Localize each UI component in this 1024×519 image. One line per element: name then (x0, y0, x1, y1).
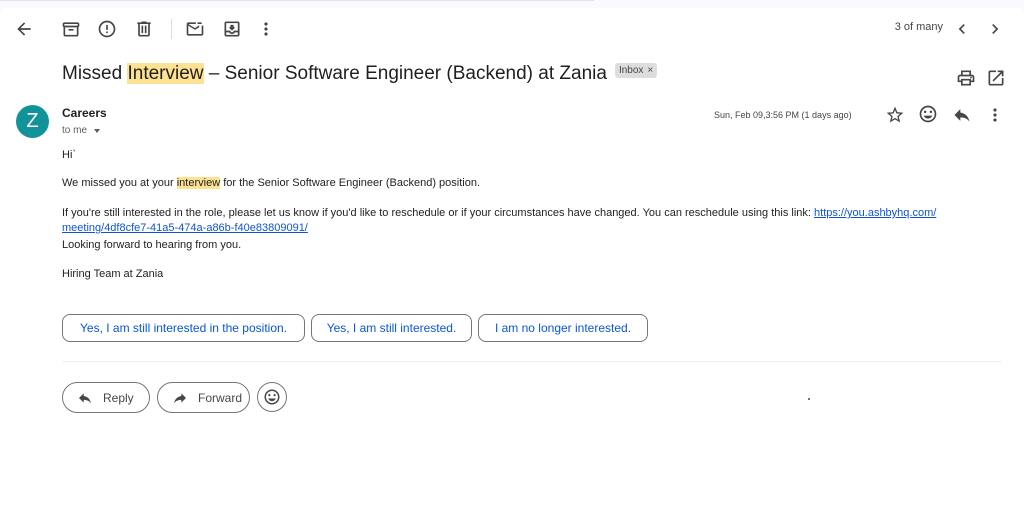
more-vert-icon (993, 108, 997, 122)
more-options-button[interactable] (252, 15, 280, 43)
top-strip (0, 0, 1024, 8)
back-button[interactable] (10, 15, 38, 43)
line2-text: If you're still interested in the role, … (62, 207, 815, 219)
sender-name[interactable]: Careers (62, 106, 107, 120)
star-icon (886, 106, 904, 123)
inbox-label-text: Inbox (618, 65, 644, 77)
smart-reply-2[interactable]: Yes, I am still interested. (311, 314, 472, 342)
subject-highlight: Interview (127, 63, 204, 84)
open-in-new-icon (988, 70, 1004, 86)
open-new-window-button[interactable] (982, 64, 1010, 92)
message-more-button[interactable] (981, 101, 1009, 129)
report-spam-icon (98, 20, 116, 38)
sender-avatar[interactable]: Z (16, 105, 49, 138)
reply-icon (954, 109, 970, 122)
signature: Hiring Team at Zania (62, 268, 164, 280)
line1-before: We missed you at your (62, 177, 177, 189)
chevron-left-icon (958, 24, 965, 34)
reply-button[interactable]: Reply (62, 382, 150, 413)
more-vert-icon (264, 22, 268, 36)
forward-icon (174, 392, 186, 403)
report-spam-button[interactable] (93, 15, 121, 43)
greeting: Hi` (62, 149, 77, 161)
newer-button[interactable] (948, 15, 976, 43)
print-button[interactable] (952, 64, 980, 92)
forward-label: Forward (198, 390, 243, 405)
subject-rest: – Senior Software Engineer (Backend) at … (203, 63, 607, 84)
inbox-label-chip[interactable]: Inbox × (614, 63, 658, 79)
archive-button[interactable] (57, 15, 85, 43)
email-date: Sun, Feb 09,3:56 PM (1 days ago) (714, 110, 852, 120)
chevron-right-icon (992, 24, 999, 34)
move-to-icon (224, 21, 240, 37)
emoji-icon (919, 105, 937, 123)
reply-icon (79, 392, 91, 403)
pager-count: 3 of many (894, 21, 943, 33)
arrow-back-icon (17, 22, 31, 36)
forward-button[interactable]: Forward (157, 382, 250, 413)
subject-prefix: Missed (62, 63, 128, 84)
line1-after: for the Senior Software Engineer (Backen… (220, 177, 481, 189)
reply-label: Reply (103, 390, 134, 405)
line1-highlight: interview (176, 177, 221, 189)
star-button[interactable] (881, 101, 909, 129)
link-part-2: meeting/4df8cfe7-41a5-474a-a86b-f40e8380… (62, 222, 308, 234)
top-strip-line (0, 0, 594, 1)
mark-unread-button[interactable] (181, 15, 209, 43)
emoji-icon (264, 389, 280, 405)
stray-dot (808, 398, 810, 400)
recipient-toggle[interactable]: to me (62, 125, 101, 136)
body-line-2: If you're still interested in the role, … (62, 206, 962, 236)
reply-header-button[interactable] (948, 101, 976, 129)
delete-button[interactable] (130, 15, 158, 43)
archive-icon (62, 22, 80, 37)
body-line-1: We missed you at your interview for the … (62, 176, 480, 191)
older-button[interactable] (981, 15, 1009, 43)
body-line-3: Looking forward to hearing from you. (62, 239, 242, 251)
smart-reply-1[interactable]: Yes, I am still interested in the positi… (62, 314, 305, 342)
add-reaction-button[interactable] (914, 100, 942, 128)
toolbar-separator (171, 19, 172, 39)
divider (62, 361, 1002, 362)
print-icon (957, 70, 975, 86)
link-part-1: https://you.ashbyhq.com/ (814, 207, 937, 219)
to-me-text: to me (62, 125, 88, 136)
email-subject: Missed Interview – Senior Software Engin… (62, 63, 658, 85)
emoji-reaction-button[interactable] (257, 382, 287, 412)
remove-label-icon[interactable]: × (647, 65, 653, 76)
trash-icon (137, 21, 151, 37)
mark-unread-icon (186, 22, 204, 36)
smart-reply-3[interactable]: I am no longer interested. (478, 314, 648, 342)
caret-down-icon (94, 128, 101, 133)
move-to-button[interactable] (218, 15, 246, 43)
